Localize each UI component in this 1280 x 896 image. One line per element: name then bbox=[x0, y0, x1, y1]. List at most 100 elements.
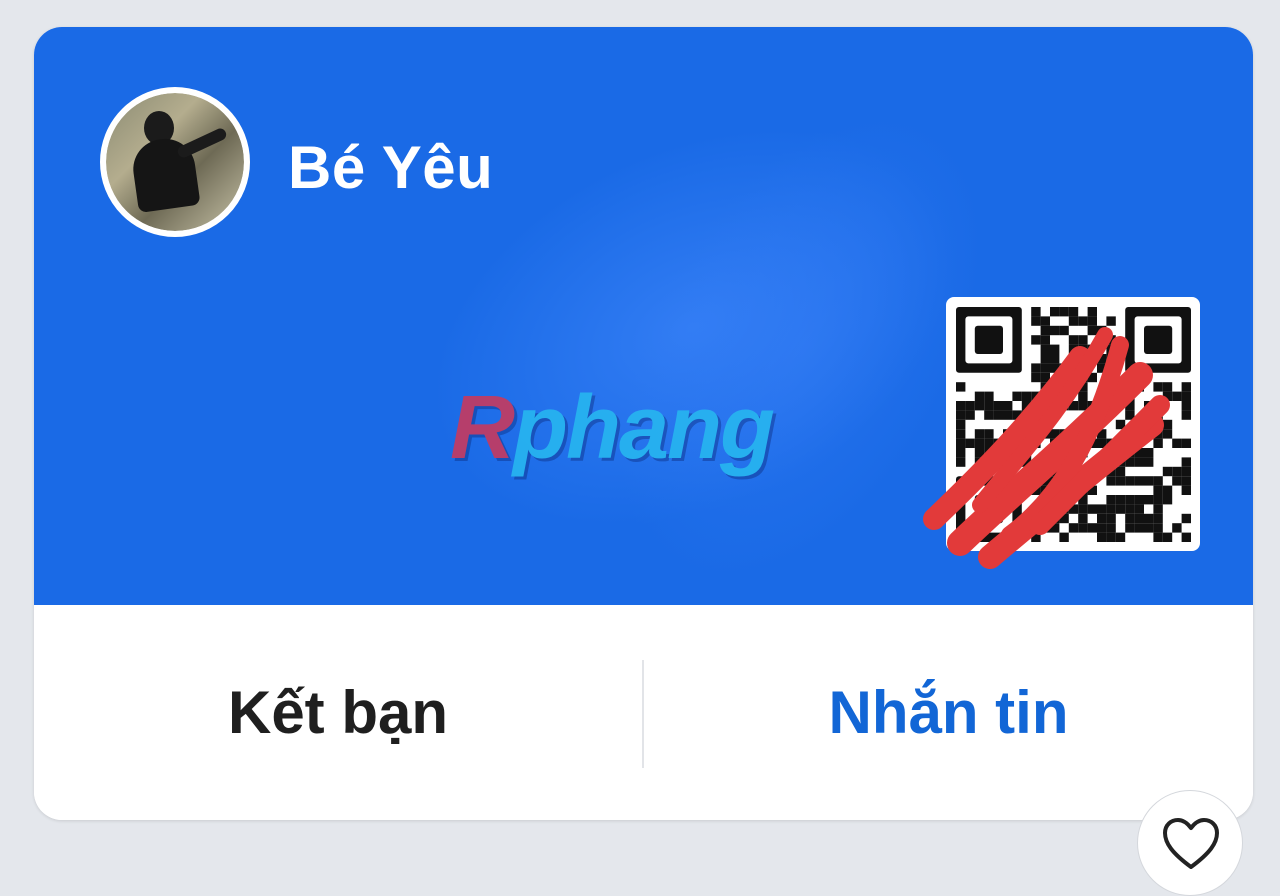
qr-module bbox=[1115, 448, 1126, 458]
qr-module bbox=[1021, 391, 1032, 401]
qr-module bbox=[1078, 316, 1088, 326]
message-button[interactable]: Nhắn tin bbox=[644, 605, 1253, 820]
qr-module bbox=[1097, 354, 1107, 364]
qr-module bbox=[1181, 485, 1191, 495]
qr-module bbox=[1040, 429, 1050, 439]
qr-module bbox=[1106, 391, 1116, 401]
qr-module bbox=[1068, 372, 1079, 383]
add-friend-button[interactable]: Kết bạn bbox=[34, 605, 642, 820]
qr-module bbox=[956, 429, 966, 439]
qr-module bbox=[1172, 476, 1182, 486]
qr-module bbox=[1087, 401, 1097, 411]
qr-code[interactable] bbox=[946, 297, 1200, 551]
qr-module bbox=[1059, 325, 1069, 336]
qr-module bbox=[1162, 419, 1173, 430]
qr-module bbox=[1078, 335, 1088, 345]
qr-module bbox=[1106, 466, 1116, 477]
qr-module bbox=[1115, 391, 1126, 401]
qr-module bbox=[1050, 457, 1060, 467]
qr-module bbox=[1050, 448, 1060, 458]
qr-module bbox=[956, 419, 966, 430]
qr-module bbox=[1134, 495, 1144, 505]
qr-module bbox=[1050, 438, 1060, 448]
qr-module bbox=[974, 457, 985, 467]
qr-module bbox=[1162, 429, 1173, 439]
qr-module bbox=[1068, 466, 1079, 477]
qr-module bbox=[1078, 401, 1088, 411]
qr-module bbox=[1087, 372, 1097, 383]
qr-module bbox=[1059, 401, 1069, 411]
qr-module bbox=[1106, 363, 1116, 373]
qr-module bbox=[1181, 466, 1191, 477]
qr-module bbox=[1181, 438, 1191, 448]
profile-banner: Bé Yêu Rphang bbox=[34, 27, 1253, 605]
qr-module bbox=[1078, 513, 1088, 524]
qr-module bbox=[1050, 410, 1060, 420]
qr-module bbox=[1040, 363, 1050, 373]
qr-module bbox=[1012, 391, 1022, 401]
profile-card: Bé Yêu Rphang Kết bạn Nhắn tin bbox=[34, 27, 1253, 820]
qr-module bbox=[1097, 410, 1107, 420]
qr-module bbox=[1031, 476, 1041, 486]
qr-module bbox=[1078, 485, 1088, 495]
qr-module bbox=[1040, 344, 1050, 354]
qr-module bbox=[1087, 466, 1097, 477]
qr-module bbox=[1134, 476, 1144, 486]
qr-module bbox=[1031, 307, 1041, 317]
qr-module bbox=[1087, 438, 1097, 448]
qr-module bbox=[1068, 504, 1079, 514]
qr-module bbox=[1106, 532, 1116, 542]
qr-module bbox=[1097, 513, 1107, 524]
qr-module bbox=[1078, 448, 1088, 458]
qr-module bbox=[1115, 495, 1126, 505]
qr-module bbox=[1078, 391, 1088, 401]
qr-module bbox=[1097, 429, 1107, 439]
qr-module bbox=[1181, 401, 1191, 411]
qr-module bbox=[965, 438, 975, 448]
qr-module bbox=[1078, 419, 1088, 430]
qr-module bbox=[1144, 401, 1154, 411]
qr-module bbox=[1181, 532, 1191, 542]
qr-module bbox=[956, 448, 966, 458]
qr-module bbox=[1097, 438, 1107, 448]
qr-module bbox=[974, 438, 985, 448]
qr-module bbox=[1031, 316, 1041, 326]
qr-module bbox=[1040, 410, 1050, 420]
qr-module bbox=[1050, 344, 1060, 354]
qr-module bbox=[1068, 316, 1079, 326]
qr-module bbox=[1162, 382, 1173, 392]
qr-module bbox=[1097, 335, 1107, 345]
qr-module bbox=[1021, 438, 1032, 448]
qr-module bbox=[1153, 476, 1163, 486]
qr-module bbox=[1097, 523, 1107, 533]
qr-module bbox=[1040, 325, 1050, 336]
qr-module bbox=[1059, 372, 1069, 383]
qr-module bbox=[1134, 457, 1144, 467]
qr-module bbox=[1162, 532, 1173, 542]
qr-module bbox=[1125, 513, 1135, 524]
qr-module bbox=[956, 382, 966, 392]
qr-module bbox=[1181, 513, 1191, 524]
like-button[interactable] bbox=[1137, 790, 1243, 896]
qr-module bbox=[1106, 335, 1116, 345]
qr-module bbox=[1144, 495, 1154, 505]
qr-module bbox=[1097, 532, 1107, 542]
qr-module bbox=[1068, 401, 1079, 411]
qr-module bbox=[1078, 504, 1088, 514]
qr-module bbox=[1040, 419, 1050, 430]
qr-module bbox=[1172, 466, 1182, 477]
qr-module bbox=[1087, 523, 1097, 533]
qr-module bbox=[1115, 438, 1126, 448]
qr-module bbox=[1068, 448, 1079, 458]
qr-module bbox=[1125, 448, 1135, 458]
qr-module bbox=[1087, 344, 1097, 354]
qr-module bbox=[1050, 495, 1060, 505]
qr-module bbox=[1162, 391, 1173, 401]
qr-module bbox=[984, 429, 994, 439]
qr-module bbox=[984, 410, 994, 420]
qr-module bbox=[1078, 429, 1088, 439]
qr-module bbox=[1040, 476, 1050, 486]
qr-module bbox=[1097, 325, 1107, 336]
avatar[interactable] bbox=[100, 87, 250, 237]
qr-module bbox=[1097, 391, 1107, 401]
